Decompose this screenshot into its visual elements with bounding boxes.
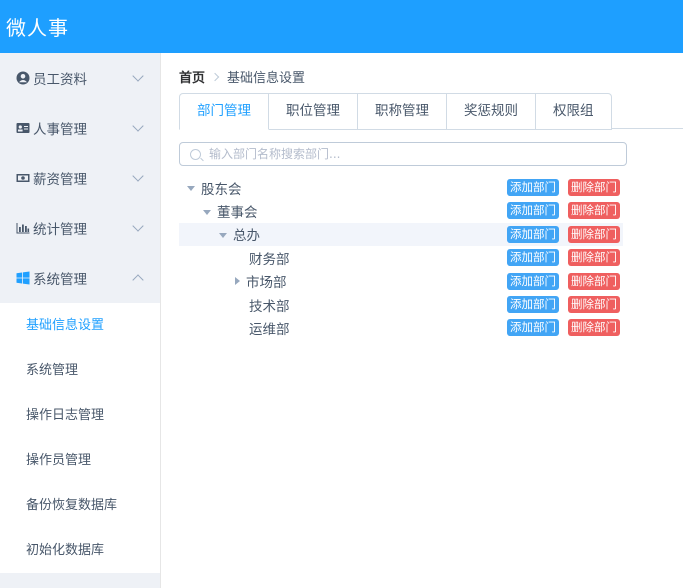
tree-node[interactable]: 运维部 添加部门 删除部门 [179, 316, 623, 339]
sidebar: 员工资料 人事管理 薪资管理 统计管理 系统管理 基础信息设置 系统管理 操作日… [0, 53, 161, 588]
menu-salary[interactable]: 薪资管理 [0, 153, 160, 203]
add-department-button[interactable]: 添加部门 [507, 249, 559, 267]
add-department-button[interactable]: 添加部门 [507, 225, 559, 243]
submenu-backup-restore[interactable]: 备份恢复数据库 [0, 483, 160, 528]
department-search [179, 142, 627, 166]
caret-down-icon[interactable] [219, 232, 227, 238]
chevron-down-icon [132, 120, 144, 132]
user-circle-icon [16, 71, 30, 85]
add-department-button[interactable]: 添加部门 [507, 272, 559, 290]
money-icon [16, 171, 30, 185]
add-department-button[interactable]: 添加部门 [507, 319, 559, 337]
delete-department-button[interactable]: 删除部门 [568, 179, 620, 196]
delete-department-button[interactable]: 删除部门 [568, 272, 620, 290]
caret-right-icon[interactable] [235, 277, 240, 286]
bar-chart-icon [16, 221, 30, 235]
menu-system[interactable]: 系统管理 [0, 253, 160, 303]
breadcrumb: 首页 基础信息设置 [179, 67, 305, 86]
add-department-button[interactable]: 添加部门 [507, 295, 559, 313]
submenu-init-database[interactable]: 初始化数据库 [0, 528, 160, 573]
add-department-button[interactable]: 添加部门 [507, 202, 559, 220]
submenu-operators[interactable]: 操作员管理 [0, 438, 160, 483]
tab-permission-group[interactable]: 权限组 [536, 93, 612, 130]
tree-node[interactable]: 总办 添加部门 删除部门 [179, 222, 623, 247]
system-submenu: 基础信息设置 系统管理 操作日志管理 操作员管理 备份恢复数据库 初始化数据库 [0, 303, 160, 573]
tree-node[interactable]: 董事会 添加部门 删除部门 [179, 199, 623, 222]
tree-node[interactable]: 股东会 添加部门 删除部门 [179, 176, 623, 199]
delete-department-button[interactable]: 删除部门 [568, 202, 620, 220]
tree-node[interactable]: 财务部 添加部门 删除部门 [179, 246, 623, 269]
settings-tabs: 部门管理 职位管理 职称管理 奖惩规则 权限组 [179, 93, 612, 130]
windows-icon [16, 271, 30, 285]
app-title: 微人事 [6, 16, 69, 40]
breadcrumb-home[interactable]: 首页 [179, 71, 205, 86]
menu-employee[interactable]: 员工资料 [0, 53, 160, 103]
delete-department-button[interactable]: 删除部门 [568, 249, 620, 267]
submenu-operation-log[interactable]: 操作日志管理 [0, 393, 160, 438]
search-icon [190, 148, 201, 160]
id-card-icon [16, 121, 30, 135]
menu-statistics[interactable]: 统计管理 [0, 203, 160, 253]
caret-down-icon[interactable] [203, 209, 211, 215]
tab-department[interactable]: 部门管理 [179, 93, 269, 130]
app-header: 微人事 [0, 0, 683, 53]
add-department-button[interactable]: 添加部门 [507, 179, 559, 196]
tab-position[interactable]: 职位管理 [269, 93, 358, 130]
delete-department-button[interactable]: 删除部门 [568, 295, 620, 313]
submenu-system-management[interactable]: 系统管理 [0, 348, 160, 393]
breadcrumb-current: 基础信息设置 [227, 71, 306, 86]
chevron-right-icon [210, 72, 220, 82]
submenu-basic-settings[interactable]: 基础信息设置 [0, 303, 160, 348]
tab-job-title[interactable]: 职称管理 [358, 93, 447, 130]
chevron-down-icon [132, 70, 144, 82]
main-content: 首页 基础信息设置 部门管理 职位管理 职称管理 奖惩规则 权限组 股东会 添加部… [161, 53, 683, 588]
caret-down-icon[interactable] [187, 186, 195, 192]
tree-node[interactable]: 市场部 添加部门 删除部门 [179, 270, 623, 293]
tree-node[interactable]: 技术部 添加部门 删除部门 [179, 293, 623, 316]
menu-personnel[interactable]: 人事管理 [0, 103, 160, 153]
chevron-up-icon [132, 274, 144, 286]
department-tree: 股东会 添加部门 删除部门 董事会 添加部门 删除部门 总办 添加部门 删除部门 财务… [179, 176, 623, 340]
delete-department-button[interactable]: 删除部门 [568, 225, 620, 243]
delete-department-button[interactable]: 删除部门 [568, 319, 620, 337]
tab-rewards[interactable]: 奖惩规则 [447, 93, 536, 130]
chevron-down-icon [132, 220, 144, 232]
search-input[interactable] [207, 146, 611, 162]
chevron-down-icon [132, 170, 144, 182]
